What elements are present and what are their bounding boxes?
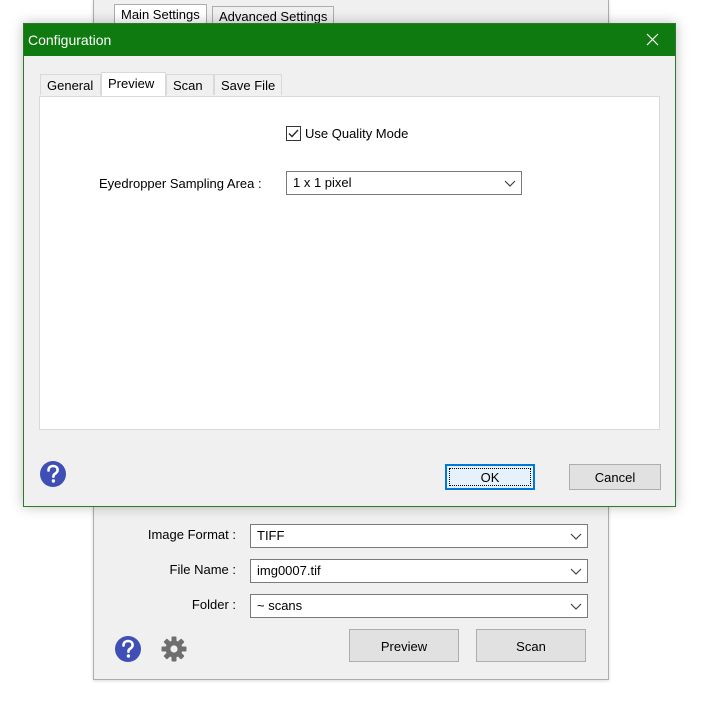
file-name-select[interactable]: img0007.tif — [250, 559, 588, 583]
preview-button[interactable]: Preview — [349, 629, 459, 662]
chevron-down-icon — [570, 568, 582, 575]
scan-button[interactable]: Scan — [476, 629, 586, 662]
chevron-down-icon — [504, 180, 516, 187]
ok-button[interactable]: OK — [445, 464, 535, 490]
quality-mode-label: Use Quality Mode — [305, 126, 409, 141]
dialog-title: Configuration — [28, 32, 112, 48]
image-format-value: TIFF — [257, 528, 285, 543]
file-name-row: File Name : img0007.tif — [94, 559, 608, 583]
eyedropper-sampling-select[interactable]: 1 x 1 pixel — [286, 171, 522, 195]
tab-scan[interactable]: Scan — [166, 74, 214, 95]
eyedropper-sampling-value: 1 x 1 pixel — [293, 175, 352, 190]
cancel-button[interactable]: Cancel — [569, 464, 661, 490]
checkmark-icon — [288, 129, 299, 138]
folder-row: Folder : ~ scans — [94, 594, 608, 618]
file-name-value: img0007.tif — [257, 563, 321, 578]
close-icon[interactable] — [629, 24, 675, 56]
image-format-label: Image Format : — [147, 527, 236, 542]
help-icon[interactable] — [114, 635, 142, 663]
image-format-row: Image Format : TIFF — [94, 524, 608, 548]
gear-icon[interactable] — [160, 635, 188, 663]
tab-general[interactable]: General — [40, 74, 101, 95]
tab-preview[interactable]: Preview — [101, 72, 166, 96]
dialog-title-bar[interactable]: Configuration — [24, 24, 675, 56]
chevron-down-icon — [570, 603, 582, 610]
preview-tab-panel: Use Quality Mode Eyedropper Sampling Are… — [39, 96, 660, 430]
chevron-down-icon — [570, 533, 582, 540]
eyedropper-sampling-label: Eyedropper Sampling Area : — [99, 176, 262, 191]
focus-rectangle — [449, 468, 531, 486]
help-icon[interactable] — [39, 460, 67, 488]
folder-value: ~ scans — [257, 598, 303, 613]
configuration-dialog: Configuration General Preview Scan Save … — [23, 23, 676, 507]
folder-label: Folder : — [191, 597, 236, 612]
folder-select[interactable]: ~ scans — [250, 594, 588, 618]
tab-save-file[interactable]: Save File — [214, 74, 282, 95]
file-name-label: File Name : — [169, 562, 236, 577]
quality-mode-checkbox[interactable] — [286, 126, 301, 141]
image-format-select[interactable]: TIFF — [250, 524, 588, 548]
